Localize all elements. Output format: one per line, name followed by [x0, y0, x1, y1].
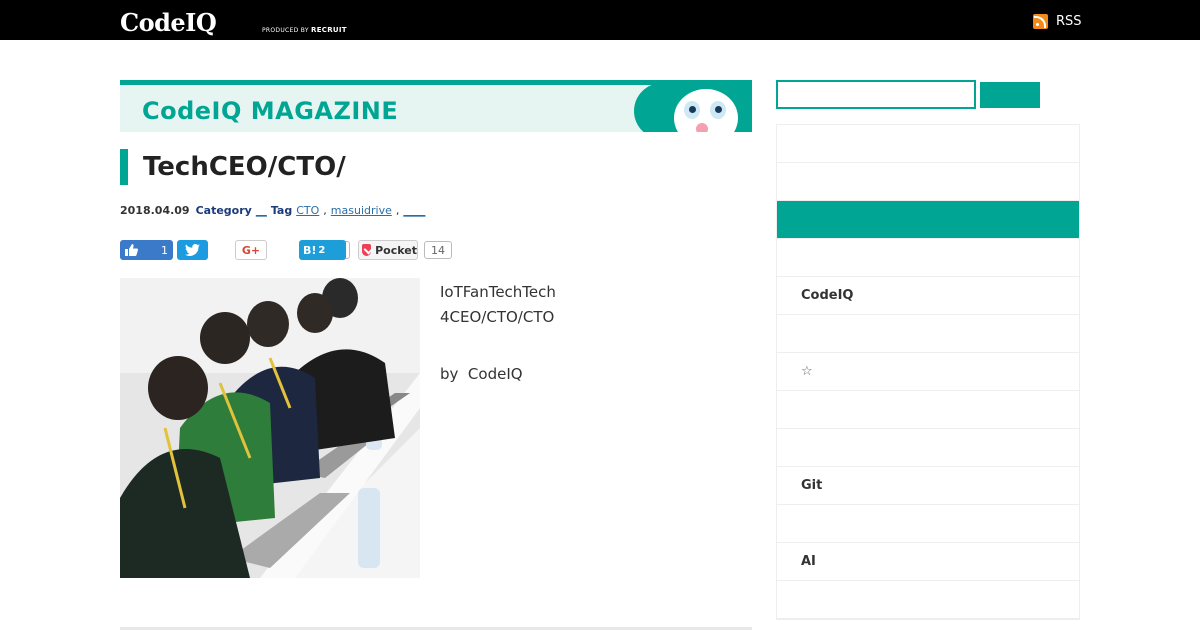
sidebar-menu-item-star[interactable]: ☆ [777, 353, 1079, 391]
lead-line-1: IoTFanTechTech [440, 283, 556, 301]
sidebar-menu-item[interactable] [777, 125, 1079, 163]
sidebar-menu-item-active[interactable] [777, 201, 1079, 239]
google-plus-button[interactable]: G+ [235, 240, 267, 260]
pocket-count: 14 [424, 241, 452, 259]
mascot-face [674, 89, 738, 132]
main-content: CodeIQ MAGAZINE TechCEO/CTO/ 2018.04.09 … [120, 80, 752, 630]
tag-link[interactable]: masuidrive [331, 204, 392, 217]
share-buttons: 1 9 G+ B! 2 Pocket 14 [120, 240, 752, 261]
twitter-bird-icon [185, 244, 200, 256]
tag-label: Tag [270, 204, 293, 217]
like-count: 1 [161, 243, 168, 257]
thumbs-up-icon [125, 244, 138, 256]
sidebar-menu-item[interactable] [777, 239, 1079, 277]
article-lead: IoTFanTechTech 4CEO/CTO/CTO [440, 280, 556, 330]
codeiq-logo[interactable]: CodeIQ [120, 5, 217, 37]
sidebar-menu-item-git[interactable]: Git [777, 467, 1079, 505]
tweet-button[interactable] [177, 240, 208, 260]
mascot-left-eye [684, 101, 700, 119]
lead-line-2: 4CEO/CTO/CTO [440, 308, 555, 326]
rss-link[interactable]: RSS [1033, 14, 1082, 29]
produced-by-recruit: PRODUCED BY RECRUIT [262, 26, 347, 34]
tag-link[interactable]: ____ [403, 204, 425, 217]
search-button[interactable] [980, 82, 1040, 108]
byline: by CodeIQ [440, 365, 523, 383]
facebook-like-button[interactable]: 1 [120, 240, 173, 260]
sidebar-menu: CodeIQ ☆ Git AI [776, 124, 1080, 620]
hatena-bookmark-button[interactable]: B! 2 [299, 240, 346, 260]
logo-text: CodeIQ [120, 8, 217, 37]
category-link[interactable]: __ [256, 204, 267, 217]
search-input[interactable] [776, 80, 976, 109]
sidebar-menu-item[interactable] [777, 581, 1079, 619]
pocket-button[interactable]: Pocket [358, 240, 418, 260]
article-title: TechCEO/CTO/ [120, 149, 346, 185]
pocket-icon [362, 244, 372, 256]
sidebar-menu-item[interactable] [777, 315, 1079, 353]
mascot-nose [696, 123, 708, 132]
sidebar-menu-item-ai[interactable]: AI [777, 543, 1079, 581]
mascot-icon [634, 85, 752, 132]
hatena-count: 2 [318, 244, 326, 256]
produced-prefix: PRODUCED BY [262, 27, 311, 34]
rss-icon [1033, 14, 1048, 29]
event-photo-illustration [120, 278, 420, 578]
sidebar-menu-item[interactable] [777, 391, 1079, 429]
sidebar-menu-item[interactable] [777, 163, 1079, 201]
magazine-title: CodeIQ MAGAZINE [142, 97, 399, 125]
article-meta: 2018.04.09 Category __ Tag CTO, masuidriv… [120, 204, 426, 217]
rss-label: RSS [1056, 14, 1082, 29]
sidebar-menu-item-codeiq[interactable]: CodeIQ [777, 277, 1079, 315]
category-label: Category [195, 204, 252, 217]
sidebar-menu-item[interactable] [777, 429, 1079, 467]
tag-link[interactable]: CTO [296, 204, 319, 217]
mascot-right-eye [710, 101, 726, 119]
pocket-label: Pocket [375, 243, 417, 257]
magazine-banner[interactable]: CodeIQ MAGAZINE [120, 80, 752, 132]
article-photo [120, 278, 420, 578]
publish-date: 2018.04.09 [120, 204, 190, 217]
top-navigation-bar: CodeIQ PRODUCED BY RECRUIT RSS [0, 0, 1200, 40]
hatena-label: B! [303, 243, 317, 257]
recruit-brand: RECRUIT [311, 26, 347, 34]
sidebar-menu-item[interactable] [777, 505, 1079, 543]
